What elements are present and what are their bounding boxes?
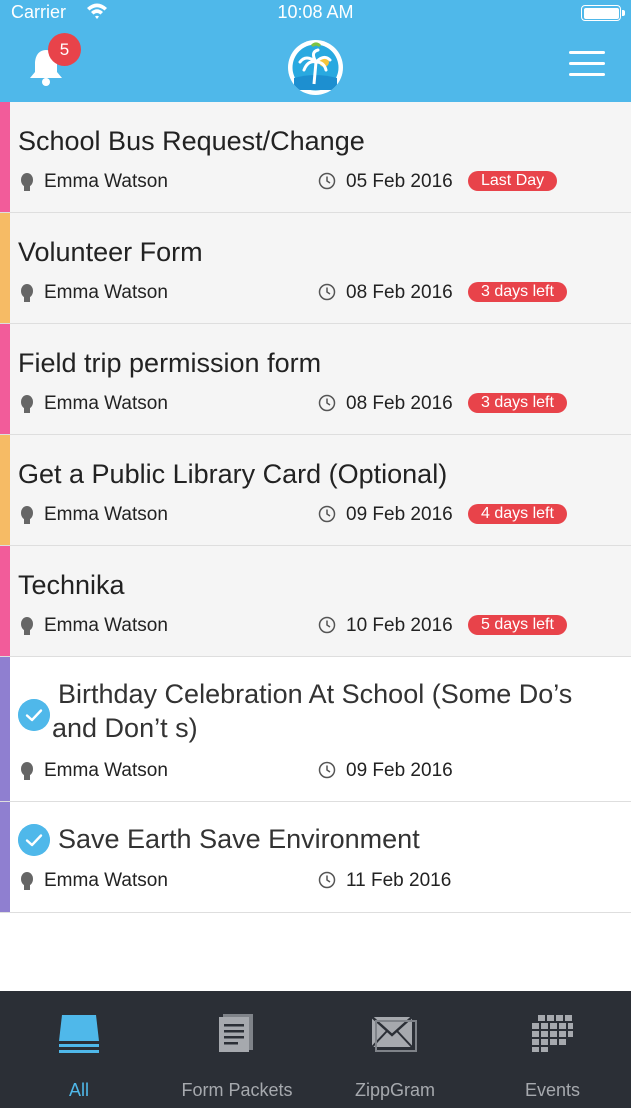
priority-accent — [0, 324, 10, 434]
assignee-name: Emma Watson — [44, 870, 168, 891]
clock-icon — [318, 283, 336, 301]
assignee-name: Emma Watson — [44, 615, 168, 636]
palm-tree-logo — [288, 40, 343, 95]
form-title: Save Earth Save Environment — [58, 824, 420, 854]
priority-accent — [0, 546, 10, 656]
clock-icon — [318, 172, 336, 190]
person-icon — [21, 617, 33, 635]
due-badge: 3 days left — [468, 282, 567, 302]
status-time: 10:08 AM — [277, 2, 354, 22]
clock-icon — [318, 616, 336, 634]
assignee-name: Emma Watson — [44, 282, 168, 303]
tab-label: ZippGram — [354, 1080, 435, 1100]
tab-all[interactable]: All — [0, 991, 158, 1108]
person-icon — [21, 872, 33, 890]
clock-icon — [318, 871, 336, 889]
document-icon — [219, 1014, 253, 1052]
hamburger-menu-icon[interactable] — [569, 51, 605, 79]
tab-zippgram[interactable]: ZippGram — [316, 991, 474, 1108]
form-title-line2: and Don’t s) — [52, 713, 198, 743]
clock-icon — [318, 761, 336, 779]
person-icon — [21, 284, 33, 302]
tab-events[interactable]: Events — [474, 991, 631, 1108]
form-item-completed[interactable]: Birthday Celebration At School (Some Do’… — [0, 657, 631, 802]
priority-accent — [0, 102, 10, 212]
form-meta: Emma Watson 09 Feb 2016 4 days left — [18, 503, 618, 527]
form-meta: Emma Watson 11 Feb 2016 — [18, 869, 618, 893]
priority-accent — [0, 802, 10, 912]
form-meta: Emma Watson 09 Feb 2016 — [18, 759, 618, 783]
assignee-name: Emma Watson — [44, 393, 168, 414]
person-icon — [21, 506, 33, 524]
form-item[interactable]: Get a Public Library Card (Optional) Emm… — [0, 435, 631, 546]
due-date: 05 Feb 2016 — [346, 171, 453, 192]
assignee-name: Emma Watson — [44, 760, 168, 781]
priority-accent — [0, 435, 10, 545]
due-date: 10 Feb 2016 — [346, 615, 453, 636]
clock-icon — [318, 394, 336, 412]
bottom-tab-bar: All Form Packets ZippGram Events — [0, 991, 631, 1108]
tab-label: Events — [524, 1080, 581, 1100]
form-meta: Emma Watson 10 Feb 2016 5 days left — [18, 614, 618, 638]
priority-accent — [0, 657, 10, 801]
form-item[interactable]: Technika Emma Watson 10 Feb 2016 5 days … — [0, 546, 631, 657]
due-badge: 5 days left — [468, 615, 567, 635]
due-date: 08 Feb 2016 — [346, 282, 453, 303]
person-icon — [21, 173, 33, 191]
envelope-icon — [371, 1016, 417, 1052]
form-title: Volunteer Form — [18, 237, 203, 267]
checkmark-icon — [18, 824, 50, 856]
form-meta: Emma Watson 05 Feb 2016 Last Day — [18, 170, 618, 194]
form-item[interactable]: Volunteer Form Emma Watson 08 Feb 2016 3… — [0, 213, 631, 324]
due-date: 08 Feb 2016 — [346, 393, 453, 414]
app-header: Carrier 10:08 AM 5 — [0, 0, 631, 102]
form-title-line1: Birthday Celebration At School (Some Do’… — [58, 679, 573, 709]
due-date: 11 Feb 2016 — [346, 870, 452, 891]
calendar-grid-icon — [532, 1015, 573, 1052]
form-title: Field trip permission form — [18, 348, 322, 378]
priority-accent — [0, 213, 10, 323]
form-list: School Bus Request/Change Emma Watson 05… — [0, 102, 631, 913]
tab-form-packets[interactable]: Form Packets — [158, 991, 316, 1108]
due-date: 09 Feb 2016 — [346, 760, 453, 781]
status-bar: Carrier 10:08 AM — [0, 0, 631, 26]
notification-badge: 5 — [48, 33, 81, 66]
due-badge: 4 days left — [468, 504, 567, 524]
form-title: Technika — [18, 570, 125, 600]
stack-icon — [59, 1015, 99, 1053]
tab-label: All — [68, 1080, 89, 1100]
form-item[interactable]: School Bus Request/Change Emma Watson 05… — [0, 102, 631, 213]
due-badge: 3 days left — [468, 393, 567, 413]
form-item[interactable]: Field trip permission form Emma Watson 0… — [0, 324, 631, 435]
battery-icon — [581, 5, 625, 21]
due-badge: Last Day — [468, 171, 558, 191]
assignee-name: Emma Watson — [44, 171, 168, 192]
form-meta: Emma Watson 08 Feb 2016 3 days left — [18, 281, 618, 305]
due-date: 09 Feb 2016 — [346, 504, 453, 525]
form-title: School Bus Request/Change — [18, 126, 365, 156]
clock-icon — [318, 505, 336, 523]
tab-label: Form Packets — [181, 1080, 293, 1100]
person-icon — [21, 395, 33, 413]
form-item-completed[interactable]: Save Earth Save Environment Emma Watson … — [0, 802, 631, 913]
form-title: Get a Public Library Card (Optional) — [18, 459, 448, 489]
person-icon — [21, 762, 33, 780]
checkmark-icon — [18, 699, 50, 731]
assignee-name: Emma Watson — [44, 504, 168, 525]
form-meta: Emma Watson 08 Feb 2016 3 days left — [18, 392, 618, 416]
